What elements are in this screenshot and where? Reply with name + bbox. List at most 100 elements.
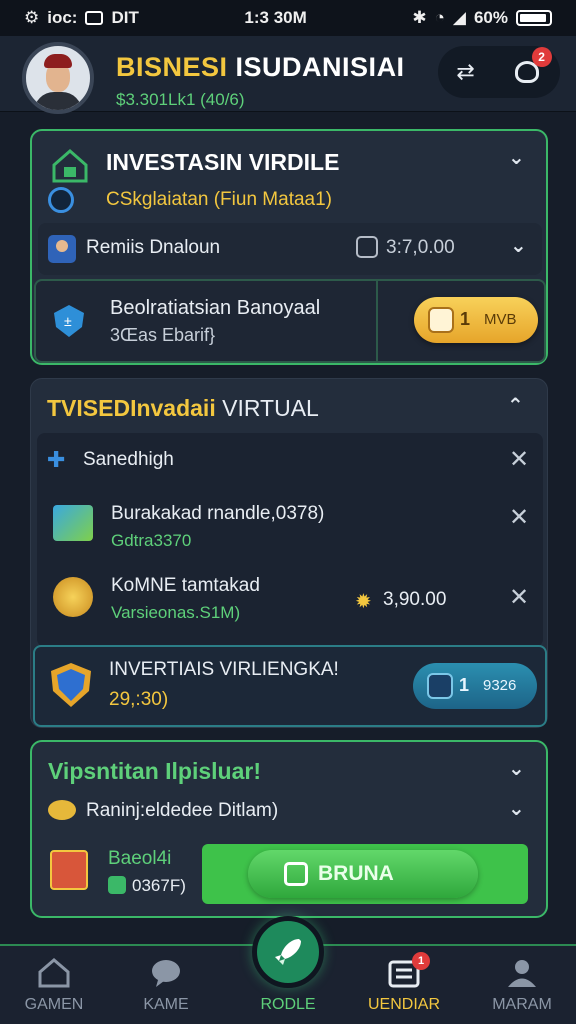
nav-item-home[interactable]: GAMEN <box>4 946 104 1024</box>
list-item-label: Sanedhigh <box>83 449 174 470</box>
gold-action-button[interactable]: 1 MVB <box>414 297 538 343</box>
gear-coin-icon: ✹ <box>355 591 372 613</box>
user-icon <box>508 960 536 987</box>
row2-line2: 3Œas Ebarif} <box>110 325 216 345</box>
gold-button-text: MVB <box>484 311 517 328</box>
chevron-up-icon[interactable]: ⌃ <box>507 393 524 418</box>
shield-icon: ± <box>54 305 84 337</box>
title-part1: BISNESI <box>116 52 228 82</box>
status-time: 1:3 30M <box>244 8 307 27</box>
virtual-sub-card[interactable]: INVERTIAIS VIRLIENGKA! 29,:30) 1 9326 <box>33 645 547 727</box>
nav-label: MARAM <box>492 996 552 1013</box>
bruna-button-bg[interactable]: BRUNA <box>202 844 528 904</box>
card3-row2-value: 0367F) <box>132 876 186 895</box>
coin-icon <box>48 800 76 820</box>
teal-button-text: 9326 <box>483 677 517 694</box>
sub-card-value: 29,:30) <box>109 689 169 710</box>
list-item-sub: Varsieonas.S1M) <box>111 603 241 622</box>
bruna-button-label: BRUNA <box>318 862 394 885</box>
battery-percent: 60% <box>473 8 508 27</box>
row1-label: Remiis Dnaloun <box>86 237 221 258</box>
card1-row1[interactable]: Remiis Dnaloun 3:7,0.00 ⌄ <box>38 223 542 275</box>
home-icon <box>38 958 70 988</box>
carrier-text: DIT <box>111 8 139 27</box>
virtual-plan-card: Vipsntitan Ilpisluar! ⌄ Raninj:eldedee D… <box>30 740 548 918</box>
rocket-icon <box>275 939 301 965</box>
wallet-icon <box>356 236 378 258</box>
avatar[interactable] <box>22 42 94 114</box>
list-item-sub: Gdtra3370 <box>111 531 192 550</box>
status-right: ✱ ◔ ◢ 60% <box>412 8 552 28</box>
card2-title: TVISEDInvadaii VIRTUAL <box>47 395 319 422</box>
user-photo-icon <box>48 235 76 263</box>
card3-row2-title: Baeol4i <box>108 848 172 869</box>
notification-badge: 2 <box>531 47 552 67</box>
notification-box-icon <box>85 11 104 25</box>
row2-divider <box>376 281 378 361</box>
chat-icon <box>152 960 180 987</box>
row1-chevron-icon[interactable]: ⌄ <box>510 233 527 258</box>
row-chevron-icon[interactable]: ⌄ <box>508 796 525 821</box>
check-icon <box>108 876 126 894</box>
nav-badge: 1 <box>412 952 430 970</box>
rocket-fab-button[interactable] <box>252 916 324 988</box>
wifi-icon: ◔ <box>434 8 445 27</box>
nav-item-profile[interactable]: MARAM <box>472 946 572 1024</box>
shield-badge-icon <box>51 663 91 707</box>
folder-icon <box>53 505 93 541</box>
nav-label: RODLE <box>260 996 316 1013</box>
balance-subtitle: $3.301Lk1 (40/6) <box>116 90 245 109</box>
ticket-icon <box>50 850 88 890</box>
bruna-button[interactable]: BRUNA <box>248 850 478 898</box>
card3-row1-label: Raninj:eldedee Ditlam) <box>86 800 279 821</box>
virtual-card: TVISEDInvadaii VIRTUAL ⌃ ✚ Sanedhigh ✕ B… <box>30 378 548 728</box>
header-actions: ⇄ 2 <box>438 46 560 98</box>
chevron-down-icon[interactable]: ⌄ <box>508 145 525 170</box>
close-icon[interactable]: ✕ <box>509 503 529 532</box>
close-icon[interactable]: ✕ <box>509 445 529 474</box>
investment-card: INVESTASIN VIRDILE CSkglaiatan (Fiun Mat… <box>30 129 548 365</box>
title-part2: ISUDANISIAI <box>235 52 405 82</box>
swap-icon[interactable]: ⇄ <box>456 59 474 85</box>
puzzle-icon: ✚ <box>47 447 66 472</box>
info-circle-icon <box>48 187 74 213</box>
card1-subtitle: CSkglaiatan (Fiun Mataa1) <box>106 189 332 210</box>
signal-icon: ◢ <box>452 8 466 27</box>
page-title: BISNESI ISUDANISIAI <box>116 52 405 83</box>
svg-text:±: ± <box>64 313 72 329</box>
card1-row2[interactable]: ± Beolratiatsian Banoyaal 3Œas Ebarif} 1… <box>34 279 546 363</box>
button-square-icon <box>284 862 308 886</box>
close-icon[interactable]: ✕ <box>509 583 529 612</box>
status-left: ⚙ ioc: DIT <box>24 8 139 28</box>
card2-title-part2: VIRTUAL <box>222 395 319 421</box>
nav-item-chat[interactable]: KAME <box>116 946 216 1024</box>
nav-label: KAME <box>143 996 189 1013</box>
list-item-label: KoMNE tamtakad <box>111 575 260 596</box>
card2-list: ✚ Sanedhigh ✕ Burakakad rnandle,0378) Gd… <box>37 433 543 647</box>
nav-item-calendar[interactable]: 1 UENDIAR <box>354 946 454 1024</box>
network-icon: ⚙ <box>24 8 40 27</box>
battery-icon <box>515 10 552 26</box>
app-header: BISNESI ISUDANISIAI $3.301Lk1 (40/6) ⇄ 2 <box>0 36 576 114</box>
bluetooth-icon: ✱ <box>412 8 427 27</box>
card2-title-part1: TVISEDInvadaii <box>47 395 216 421</box>
card1-title: INVESTASIN VIRDILE <box>106 149 340 175</box>
coin-pen-icon <box>53 577 93 617</box>
list-item-label: Burakakad rnandle,0378) <box>111 503 325 524</box>
row2-line1: Beolratiatsian Banoyaal <box>110 297 321 319</box>
row1-value: 3:7,0.00 <box>386 237 455 258</box>
nav-label: GAMEN <box>24 996 84 1013</box>
list-item-value: 3,90.00 <box>383 589 447 610</box>
card3-title: Vipsntitan Ilpisluar! <box>48 758 261 784</box>
teal-action-button[interactable]: 1 9326 <box>413 663 537 709</box>
status-bar: ⚙ ioc: DIT 1:3 30M ✱ ◔ ◢ 60% <box>0 0 576 36</box>
sub-card-title: INVERTIAIS VIRLIENGKA! <box>109 659 339 680</box>
gold-button-value: 1 <box>460 309 471 329</box>
coin-box-icon <box>428 307 454 333</box>
nav-label: UENDIAR <box>367 996 440 1013</box>
status-left-text: ioc: <box>47 8 78 27</box>
chevron-down-icon[interactable]: ⌄ <box>508 756 525 781</box>
teal-button-value: 1 <box>459 675 470 695</box>
notification-button[interactable]: 2 <box>512 47 552 87</box>
box-icon <box>427 673 453 699</box>
